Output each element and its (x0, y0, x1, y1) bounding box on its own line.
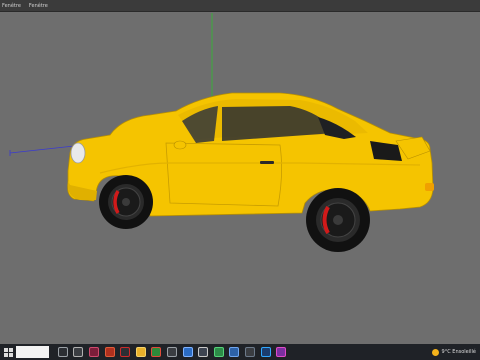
front-wheel (99, 175, 153, 229)
app-11-icon[interactable] (229, 347, 240, 357)
app-menubar: Fenêtre Fenêtre (0, 0, 480, 12)
app-13-icon[interactable] (260, 347, 271, 357)
app-14-icon[interactable] (276, 347, 287, 357)
app-3-icon[interactable] (104, 347, 115, 357)
weather-text[interactable]: 9°C Ensoleillé (442, 349, 476, 355)
side-mirror (173, 140, 187, 150)
app-5-icon[interactable] (135, 347, 146, 357)
tail-light (425, 183, 434, 191)
car-render (9, 13, 434, 252)
app-1-icon[interactable] (73, 347, 84, 357)
start-button[interactable] (0, 344, 16, 360)
headlight (70, 142, 86, 164)
taskbar: 9°C Ensoleillé (0, 344, 480, 360)
3d-viewport[interactable] (0, 13, 480, 344)
rear-wheel (306, 188, 370, 252)
task-view-icon[interactable] (57, 347, 68, 357)
app-9-icon[interactable] (198, 347, 209, 357)
app-8-icon[interactable] (182, 347, 193, 357)
app-4-icon[interactable] (120, 347, 131, 357)
app-10-icon[interactable] (213, 347, 224, 357)
app-7-icon[interactable] (166, 347, 177, 357)
menu-item[interactable]: Fenêtre (29, 0, 48, 12)
windows-icon (3, 347, 13, 357)
app-12-icon[interactable] (244, 347, 255, 357)
taskbar-apps (55, 347, 289, 357)
app-2-icon[interactable] (88, 347, 99, 357)
sun-icon[interactable] (431, 348, 439, 356)
search-input[interactable] (16, 346, 49, 358)
door-handle (260, 161, 274, 164)
system-tray: 9°C Ensoleillé (431, 344, 476, 360)
app-6-icon[interactable] (151, 347, 162, 357)
menu-item[interactable]: Fenêtre (2, 0, 21, 12)
